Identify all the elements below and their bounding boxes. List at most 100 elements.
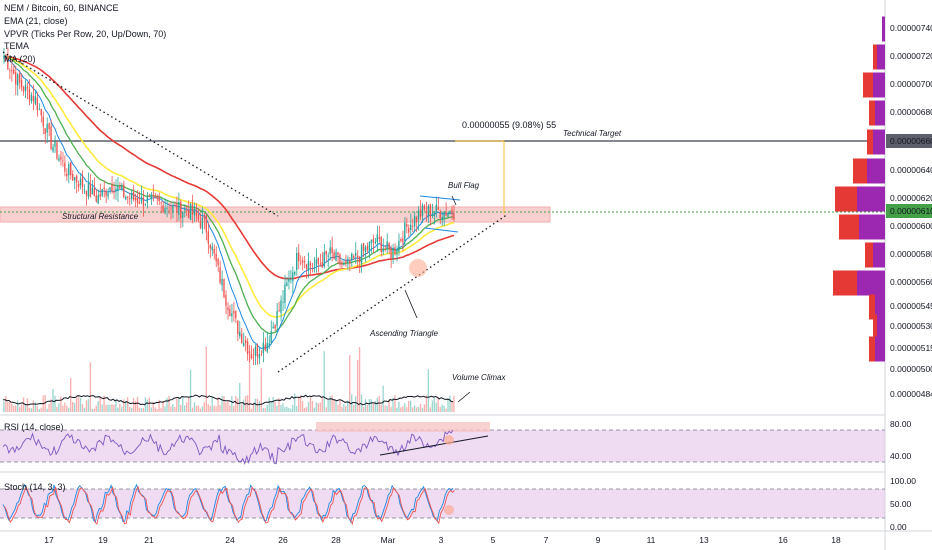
- candle-body: [46, 124, 48, 133]
- candle-body: [20, 80, 23, 88]
- profile-down-bar: [873, 242, 885, 268]
- volume-bar: [404, 403, 406, 412]
- volume-bar: [58, 403, 60, 412]
- volume-bar: [231, 395, 233, 412]
- grid-lines: [0, 0, 932, 550]
- candle-body: [353, 255, 355, 259]
- candle-body: [113, 191, 115, 193]
- candle-body: [225, 295, 227, 306]
- volume-bar: [85, 400, 88, 412]
- volume-bar: [38, 408, 40, 412]
- stoch-label: Stoch (14, 3, 3): [4, 482, 66, 492]
- profile-up-bar: [867, 129, 873, 155]
- volume-bar: [168, 395, 170, 412]
- candle-body: [191, 204, 194, 215]
- volume-bar: [97, 401, 99, 412]
- candle-body: [290, 279, 292, 281]
- volume-bar: [62, 405, 64, 412]
- volume-bar: [201, 406, 204, 412]
- volume-bar: [227, 400, 229, 412]
- time-tick-label: 11: [647, 535, 656, 545]
- rsi-band: [0, 430, 885, 462]
- volume-bar: [56, 406, 58, 412]
- candle-body: [451, 209, 453, 215]
- candle-body: [244, 340, 247, 344]
- candle-body: [384, 248, 386, 250]
- volume-bar: [423, 404, 426, 412]
- candle-body: [260, 354, 263, 356]
- candle-body: [337, 252, 339, 255]
- volume-bar: [256, 398, 259, 412]
- candle-body: [138, 202, 141, 205]
- candle-body: [319, 263, 321, 265]
- candle-body: [223, 279, 225, 298]
- profile-down-bar: [877, 314, 885, 340]
- volume-bar: [313, 407, 316, 412]
- volume-bar: [170, 406, 172, 412]
- candle-body: [425, 211, 428, 213]
- volume-bar: [376, 397, 378, 412]
- candle-body: [60, 156, 62, 160]
- candle-body: [323, 252, 325, 267]
- candle-body: [317, 257, 319, 264]
- candle-body: [256, 344, 259, 357]
- volume-bar: [160, 407, 162, 412]
- candle-body: [235, 310, 237, 319]
- candle-body: [229, 308, 231, 317]
- candle-body: [394, 247, 396, 254]
- volume-bar: [390, 407, 392, 412]
- candle-body: [50, 126, 52, 149]
- stoch-tick-label: 50.00: [890, 499, 912, 509]
- volume-bar: [335, 400, 337, 412]
- candle-body: [335, 251, 337, 261]
- candle-body: [276, 311, 278, 327]
- rsi-tick-label: 40.00: [890, 451, 912, 461]
- candle-body: [185, 210, 188, 212]
- candle-body: [13, 69, 15, 74]
- candle-body: [136, 198, 139, 204]
- volume-bar: [156, 408, 158, 412]
- candle-body: [292, 272, 294, 282]
- volume-bar: [132, 397, 135, 412]
- volume-bar: [7, 401, 9, 412]
- volume-bar: [54, 395, 56, 412]
- volume-bar: [339, 400, 341, 412]
- stoch-tick-label: 0.00: [890, 522, 907, 532]
- candle-body: [28, 88, 31, 101]
- rsi-marker: [444, 435, 454, 445]
- candle-body: [390, 248, 392, 260]
- volume-bar: [11, 403, 13, 412]
- candle-body: [168, 210, 170, 211]
- volume-bar: [239, 382, 241, 412]
- volume-bar: [292, 405, 294, 412]
- candle-body: [95, 195, 97, 202]
- time-tick-label: 24: [225, 535, 235, 545]
- candle-body: [107, 192, 109, 197]
- candle-body: [364, 247, 367, 252]
- candle-body: [211, 246, 213, 251]
- volume-bar: [154, 407, 156, 412]
- candle-body: [199, 221, 202, 228]
- candle-body: [402, 238, 404, 243]
- candle-body: [413, 216, 416, 227]
- candle-body: [121, 184, 123, 190]
- time-tick-label: 17: [44, 535, 54, 545]
- candle-body: [54, 141, 56, 147]
- candle-body: [272, 326, 274, 329]
- candle-body: [443, 211, 445, 219]
- profile-down-bar: [873, 72, 885, 98]
- volume-bar: [83, 407, 86, 412]
- volume-bar: [441, 404, 443, 412]
- volume-bar: [439, 406, 441, 412]
- volume-bar: [305, 407, 308, 412]
- candle-body: [417, 210, 420, 220]
- candle-body: [189, 203, 192, 221]
- candle-body: [252, 356, 255, 358]
- volume-bar: [264, 408, 266, 412]
- candle-body: [91, 187, 93, 195]
- candle-body: [144, 204, 147, 206]
- candle-body: [219, 267, 221, 283]
- volume-bar: [148, 397, 150, 412]
- candle-body: [71, 173, 74, 181]
- volume-bar: [20, 404, 23, 412]
